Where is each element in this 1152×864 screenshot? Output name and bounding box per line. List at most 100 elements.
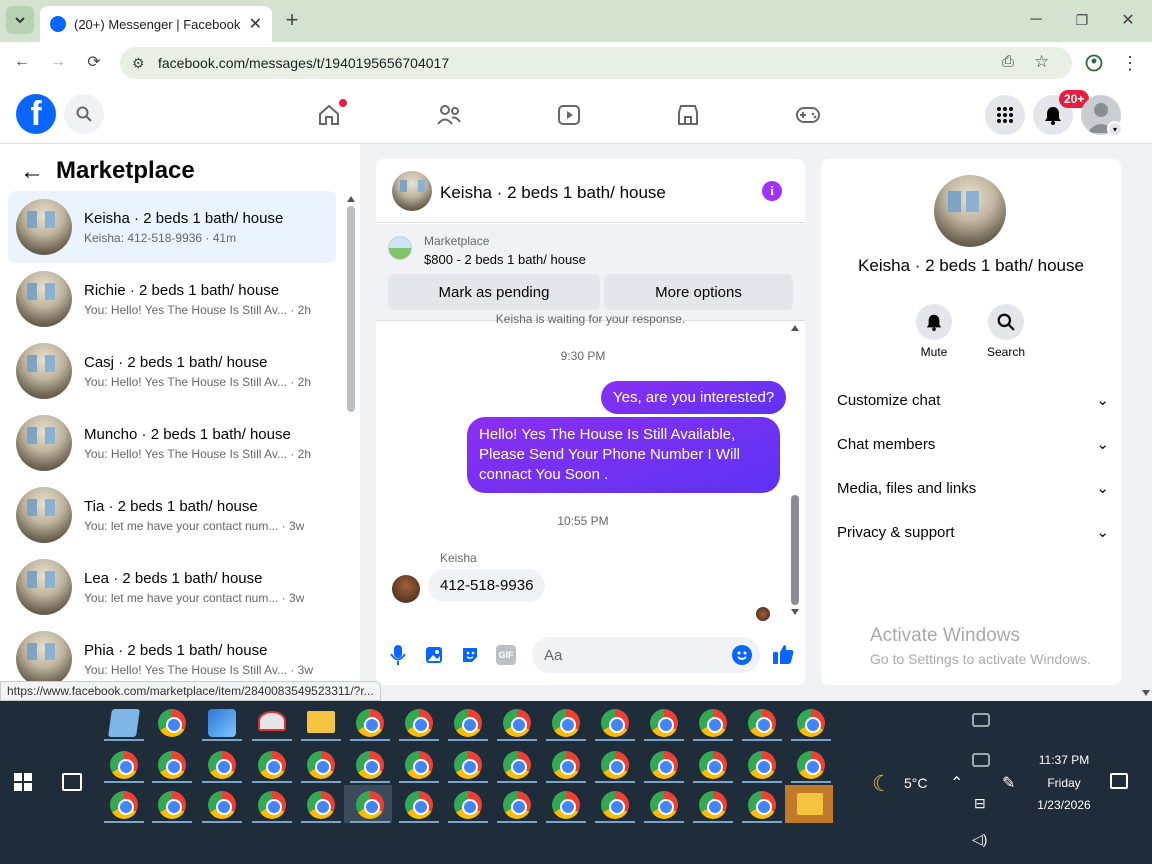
- chrome-menu-icon[interactable]: ⋮: [1116, 49, 1144, 77]
- chrome-profile-icon[interactable]: [110, 791, 138, 819]
- chrome-profile-icon[interactable]: [650, 709, 678, 737]
- emoji-icon[interactable]: [732, 645, 752, 665]
- chrome-profile-icon[interactable]: [405, 751, 433, 779]
- volume-icon[interactable]: ◁): [972, 831, 987, 848]
- contact-avatar[interactable]: [934, 175, 1006, 247]
- chrome-profile-icon[interactable]: [748, 791, 776, 819]
- forward-button[interactable]: →: [44, 48, 72, 76]
- browser-tab[interactable]: (20+) Messenger | Facebook ✕: [40, 6, 272, 42]
- chrome-profile-icon[interactable]: [552, 791, 580, 819]
- chrome-profile-icon[interactable]: [650, 791, 678, 819]
- chrome-profile-icon[interactable]: [454, 791, 482, 819]
- folder-app-icon[interactable]: [797, 793, 823, 815]
- temperature[interactable]: 5°C: [904, 775, 928, 791]
- tab-search-button[interactable]: [6, 6, 34, 34]
- chat-members-item[interactable]: Chat members ⌄: [837, 428, 1109, 460]
- close-window-button[interactable]: ✕: [1114, 6, 1142, 34]
- chrome-profile-icon[interactable]: [748, 751, 776, 779]
- new-tab-button[interactable]: +: [278, 6, 306, 34]
- sender-avatar[interactable]: [392, 575, 420, 603]
- account-chevron-icon[interactable]: ▾: [1107, 121, 1123, 137]
- chrome-profile-icon[interactable]: [356, 751, 384, 779]
- file-explorer-icon[interactable]: [307, 711, 335, 733]
- menu-grid-button[interactable]: [985, 95, 1025, 135]
- outgoing-message[interactable]: Hello! Yes The House Is Still Available,…: [467, 417, 780, 493]
- list-item[interactable]: Lea · 2 beds 1 bath/ house You: let me h…: [8, 551, 336, 623]
- sticker-icon[interactable]: [460, 645, 480, 665]
- thumbs-up-icon[interactable]: [772, 643, 794, 665]
- mark-pending-button[interactable]: Mark as pending: [388, 274, 600, 310]
- video-nav-icon[interactable]: [549, 95, 589, 135]
- chrome-profile-icon[interactable]: [356, 709, 384, 737]
- chrome-profile-icon[interactable]: [748, 709, 776, 737]
- site-info-icon[interactable]: ⚙: [132, 55, 145, 72]
- cloud-offline-icon[interactable]: [972, 753, 990, 767]
- message-input[interactable]: Aa: [532, 637, 760, 673]
- chrome-app-icon[interactable]: [158, 709, 186, 737]
- gaming-nav-icon[interactable]: [788, 95, 828, 135]
- chrome-profile-icon[interactable]: [110, 751, 138, 779]
- chrome-profile-icon[interactable]: [797, 751, 825, 779]
- more-options-button[interactable]: More options: [604, 274, 793, 310]
- friends-nav-icon[interactable]: [429, 95, 469, 135]
- facebook-logo-icon[interactable]: f: [16, 94, 56, 134]
- list-item[interactable]: Casj · 2 beds 1 bath/ house You: Hello! …: [8, 335, 336, 407]
- chrome-profile-icon[interactable]: [699, 751, 727, 779]
- bookmark-star-icon[interactable]: ☆: [1034, 52, 1049, 72]
- reload-button[interactable]: ⟳: [80, 48, 108, 76]
- chrome-profile-icon[interactable]: [699, 791, 727, 819]
- photo-icon[interactable]: [424, 645, 444, 665]
- chrome-profile-icon[interactable]: [552, 709, 580, 737]
- chrome-profile-icon[interactable]: [158, 791, 186, 819]
- chrome-profile-icon[interactable]: [405, 791, 433, 819]
- page-scrollbar[interactable]: [1140, 144, 1152, 700]
- back-button[interactable]: ←: [8, 48, 36, 76]
- list-item[interactable]: Keisha · 2 beds 1 bath/ house Keisha: 41…: [8, 191, 336, 263]
- chrome-profile-icon[interactable]: [797, 709, 825, 737]
- task-view-icon[interactable]: [62, 773, 82, 791]
- windows-start-icon[interactable]: [14, 773, 32, 791]
- paint-app-icon[interactable]: [258, 711, 286, 731]
- minimize-button[interactable]: ─: [1022, 6, 1050, 34]
- clock-time[interactable]: 11:37 PM: [1030, 753, 1098, 767]
- marketplace-nav-icon[interactable]: [668, 95, 708, 135]
- back-arrow-icon[interactable]: ←: [20, 158, 44, 186]
- search-button[interactable]: [64, 94, 104, 134]
- photos-app-icon[interactable]: [208, 709, 236, 737]
- chrome-profile-icon[interactable]: [307, 751, 335, 779]
- home-nav-icon[interactable]: [309, 95, 349, 135]
- privacy-support-item[interactable]: Privacy & support ⌄: [837, 516, 1109, 548]
- list-item[interactable]: Richie · 2 beds 1 bath/ house You: Hello…: [8, 263, 336, 335]
- microphone-icon[interactable]: [388, 643, 408, 667]
- pen-icon[interactable]: ✎: [1002, 773, 1015, 793]
- close-tab-icon[interactable]: ✕: [249, 14, 262, 34]
- info-icon[interactable]: i: [762, 181, 782, 201]
- chrome-profile-icon[interactable]: [307, 791, 335, 819]
- chrome-profile-icon[interactable]: [650, 751, 678, 779]
- network-icon[interactable]: ⊟: [974, 795, 986, 812]
- chrome-profile-icon[interactable]: [503, 709, 531, 737]
- maximize-button[interactable]: ❐: [1068, 6, 1096, 34]
- mute-button[interactable]: [916, 304, 952, 340]
- chrome-profile-icon[interactable]: [601, 791, 629, 819]
- list-item[interactable]: Tia · 2 beds 1 bath/ house You: let me h…: [8, 479, 336, 551]
- gif-icon[interactable]: GIF: [496, 645, 516, 665]
- chrome-profile-icon[interactable]: [601, 709, 629, 737]
- chrome-profile-icon[interactable]: [503, 751, 531, 779]
- outgoing-message[interactable]: Yes, are you interested?: [601, 381, 787, 414]
- media-files-links-item[interactable]: Media, files and links ⌄: [837, 472, 1109, 504]
- clock-day[interactable]: Friday: [1030, 776, 1098, 790]
- cloud-offline-icon[interactable]: [972, 713, 990, 727]
- chrome-profile-icon[interactable]: [208, 751, 236, 779]
- list-item[interactable]: Muncho · 2 beds 1 bath/ house You: Hello…: [8, 407, 336, 479]
- notepad-app-icon[interactable]: [108, 709, 140, 737]
- list-scrollbar[interactable]: [346, 196, 356, 700]
- chrome-profile-icon[interactable]: [601, 751, 629, 779]
- chat-title[interactable]: Keisha · 2 beds 1 bath/ house: [440, 183, 666, 203]
- tray-chevron-up-icon[interactable]: ⌃: [950, 773, 963, 793]
- chrome-profile-icon[interactable]: [552, 751, 580, 779]
- chrome-profile-icon[interactable]: [503, 791, 531, 819]
- notification-center-icon[interactable]: [1110, 773, 1128, 789]
- chat-avatar[interactable]: [392, 171, 432, 211]
- chrome-profile-icon[interactable]: [258, 751, 286, 779]
